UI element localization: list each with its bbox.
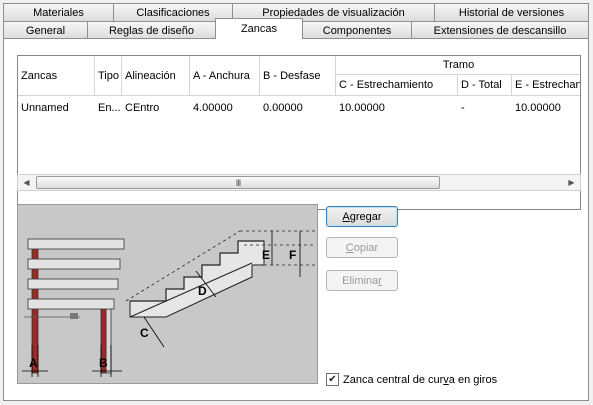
column-header-b-desfase[interactable]: B - Desfase bbox=[260, 56, 336, 96]
cell-zancas[interactable]: Unnamed bbox=[18, 98, 95, 118]
column-header-e-estrechamiento[interactable]: E - Estrechan bbox=[512, 75, 580, 96]
tab-zancas[interactable]: Zancas bbox=[215, 18, 303, 39]
tab-general[interactable]: General bbox=[3, 21, 88, 39]
cell-e-estrechamiento[interactable]: 10.00000 bbox=[512, 98, 580, 118]
label-d: D bbox=[198, 284, 207, 298]
cell-d-total[interactable]: - bbox=[458, 98, 512, 118]
cell-tipo[interactable]: En... bbox=[95, 98, 122, 118]
tab-label: Reglas de diseño bbox=[108, 24, 194, 37]
scrollbar-thumb[interactable]: III bbox=[36, 176, 440, 189]
label-b: B bbox=[99, 356, 108, 370]
tab-reglas-diseno[interactable]: Reglas de diseño bbox=[87, 21, 216, 39]
tab-label: General bbox=[25, 24, 66, 37]
label-f: F bbox=[289, 248, 296, 262]
tab-label: Historial de versiones bbox=[458, 6, 565, 19]
horizontal-scrollbar[interactable]: ◀ III ▶ bbox=[17, 174, 581, 191]
tab-materiales[interactable]: Materiales bbox=[3, 3, 114, 21]
cell-a-anchura[interactable]: 4.00000 bbox=[190, 98, 260, 118]
label-e: E bbox=[262, 248, 270, 262]
checkbox-box[interactable]: ✔ bbox=[326, 373, 339, 386]
central-stringer-checkbox[interactable]: ✔ Zanca central de cur v a en giros bbox=[326, 373, 497, 386]
tab-label: Clasificaciones bbox=[136, 6, 210, 19]
tab-extensiones-descansillo[interactable]: Extensiones de descansillo bbox=[411, 21, 589, 39]
column-header-zancas[interactable]: Zancas bbox=[18, 56, 95, 96]
tab-label: Propiedades de visualización bbox=[262, 6, 405, 19]
tab-label: Materiales bbox=[33, 6, 84, 19]
tab-label: Extensiones de descansillo bbox=[433, 24, 567, 37]
cell-c-estrechamiento[interactable]: 10.00000 bbox=[336, 98, 458, 118]
grip-icon: III bbox=[235, 177, 241, 188]
column-header-a-anchura[interactable]: A - Anchura bbox=[190, 56, 260, 96]
tab-label: Zancas bbox=[240, 23, 278, 35]
column-header-alineacion[interactable]: Alineación bbox=[122, 56, 190, 96]
tab-panel-zancas: Zancas Tipo Alineación A - Anchura B - D… bbox=[3, 38, 589, 401]
stair-stringer-illustration: A B C D E F bbox=[17, 204, 318, 384]
cell-b-desfase[interactable]: 0.00000 bbox=[260, 98, 336, 118]
delete-button[interactable]: Elimina r bbox=[326, 270, 398, 291]
label-a: A bbox=[29, 356, 38, 370]
tab-componentes[interactable]: Componentes bbox=[302, 21, 412, 39]
column-header-tipo[interactable]: Tipo bbox=[95, 56, 122, 96]
scroll-left-icon[interactable]: ◀ bbox=[18, 175, 35, 190]
add-button[interactable]: Agregar bbox=[326, 206, 398, 227]
tab-historial-versiones[interactable]: Historial de versiones bbox=[434, 3, 589, 21]
tab-label: Componentes bbox=[322, 24, 392, 37]
stair-diagram: A B C D E F bbox=[22, 230, 316, 377]
checkmark-icon: ✔ bbox=[328, 374, 337, 385]
scroll-right-icon[interactable]: ▶ bbox=[563, 175, 580, 190]
column-group-header-tramo: Tramo bbox=[336, 56, 580, 75]
label-c: C bbox=[140, 326, 149, 340]
column-header-d-total[interactable]: D - Total bbox=[458, 75, 512, 96]
copy-button[interactable]: Copiar bbox=[326, 237, 398, 258]
cell-alineacion[interactable]: CEntro bbox=[122, 98, 190, 118]
column-header-c-estrechamiento[interactable]: C - Estrechamiento bbox=[336, 75, 458, 96]
